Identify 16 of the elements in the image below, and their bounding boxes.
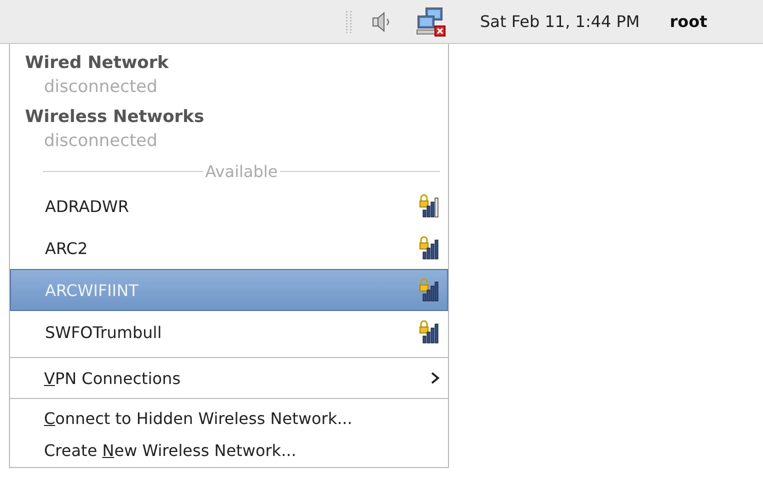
connection-status: disconnected bbox=[43, 130, 158, 153]
menu-action-item[interactable]: Create New Wireless Network... bbox=[10, 435, 448, 467]
vpn-connections-item[interactable]: VPN Connections bbox=[10, 362, 448, 394]
panel-grip-icon[interactable] bbox=[346, 10, 352, 32]
speaker-icon[interactable] bbox=[372, 10, 392, 32]
network-item[interactable]: ADRADWR bbox=[10, 185, 448, 227]
network-disconnected-icon[interactable] bbox=[416, 6, 446, 36]
user-name[interactable]: root bbox=[670, 12, 708, 31]
section-header: Wired Network bbox=[24, 52, 170, 75]
network-item[interactable]: SWFOTrumbull bbox=[10, 311, 448, 353]
connection-status: disconnected bbox=[43, 76, 158, 99]
clock-text[interactable]: Sat Feb 11, 1:44 PM bbox=[480, 12, 640, 31]
section-header: Wireless Networks bbox=[24, 106, 206, 129]
network-item[interactable]: ARC2 bbox=[10, 227, 448, 269]
menu-action-item[interactable]: Connect to Hidden Wireless Network... bbox=[10, 403, 448, 435]
available-label: Available bbox=[204, 162, 279, 181]
